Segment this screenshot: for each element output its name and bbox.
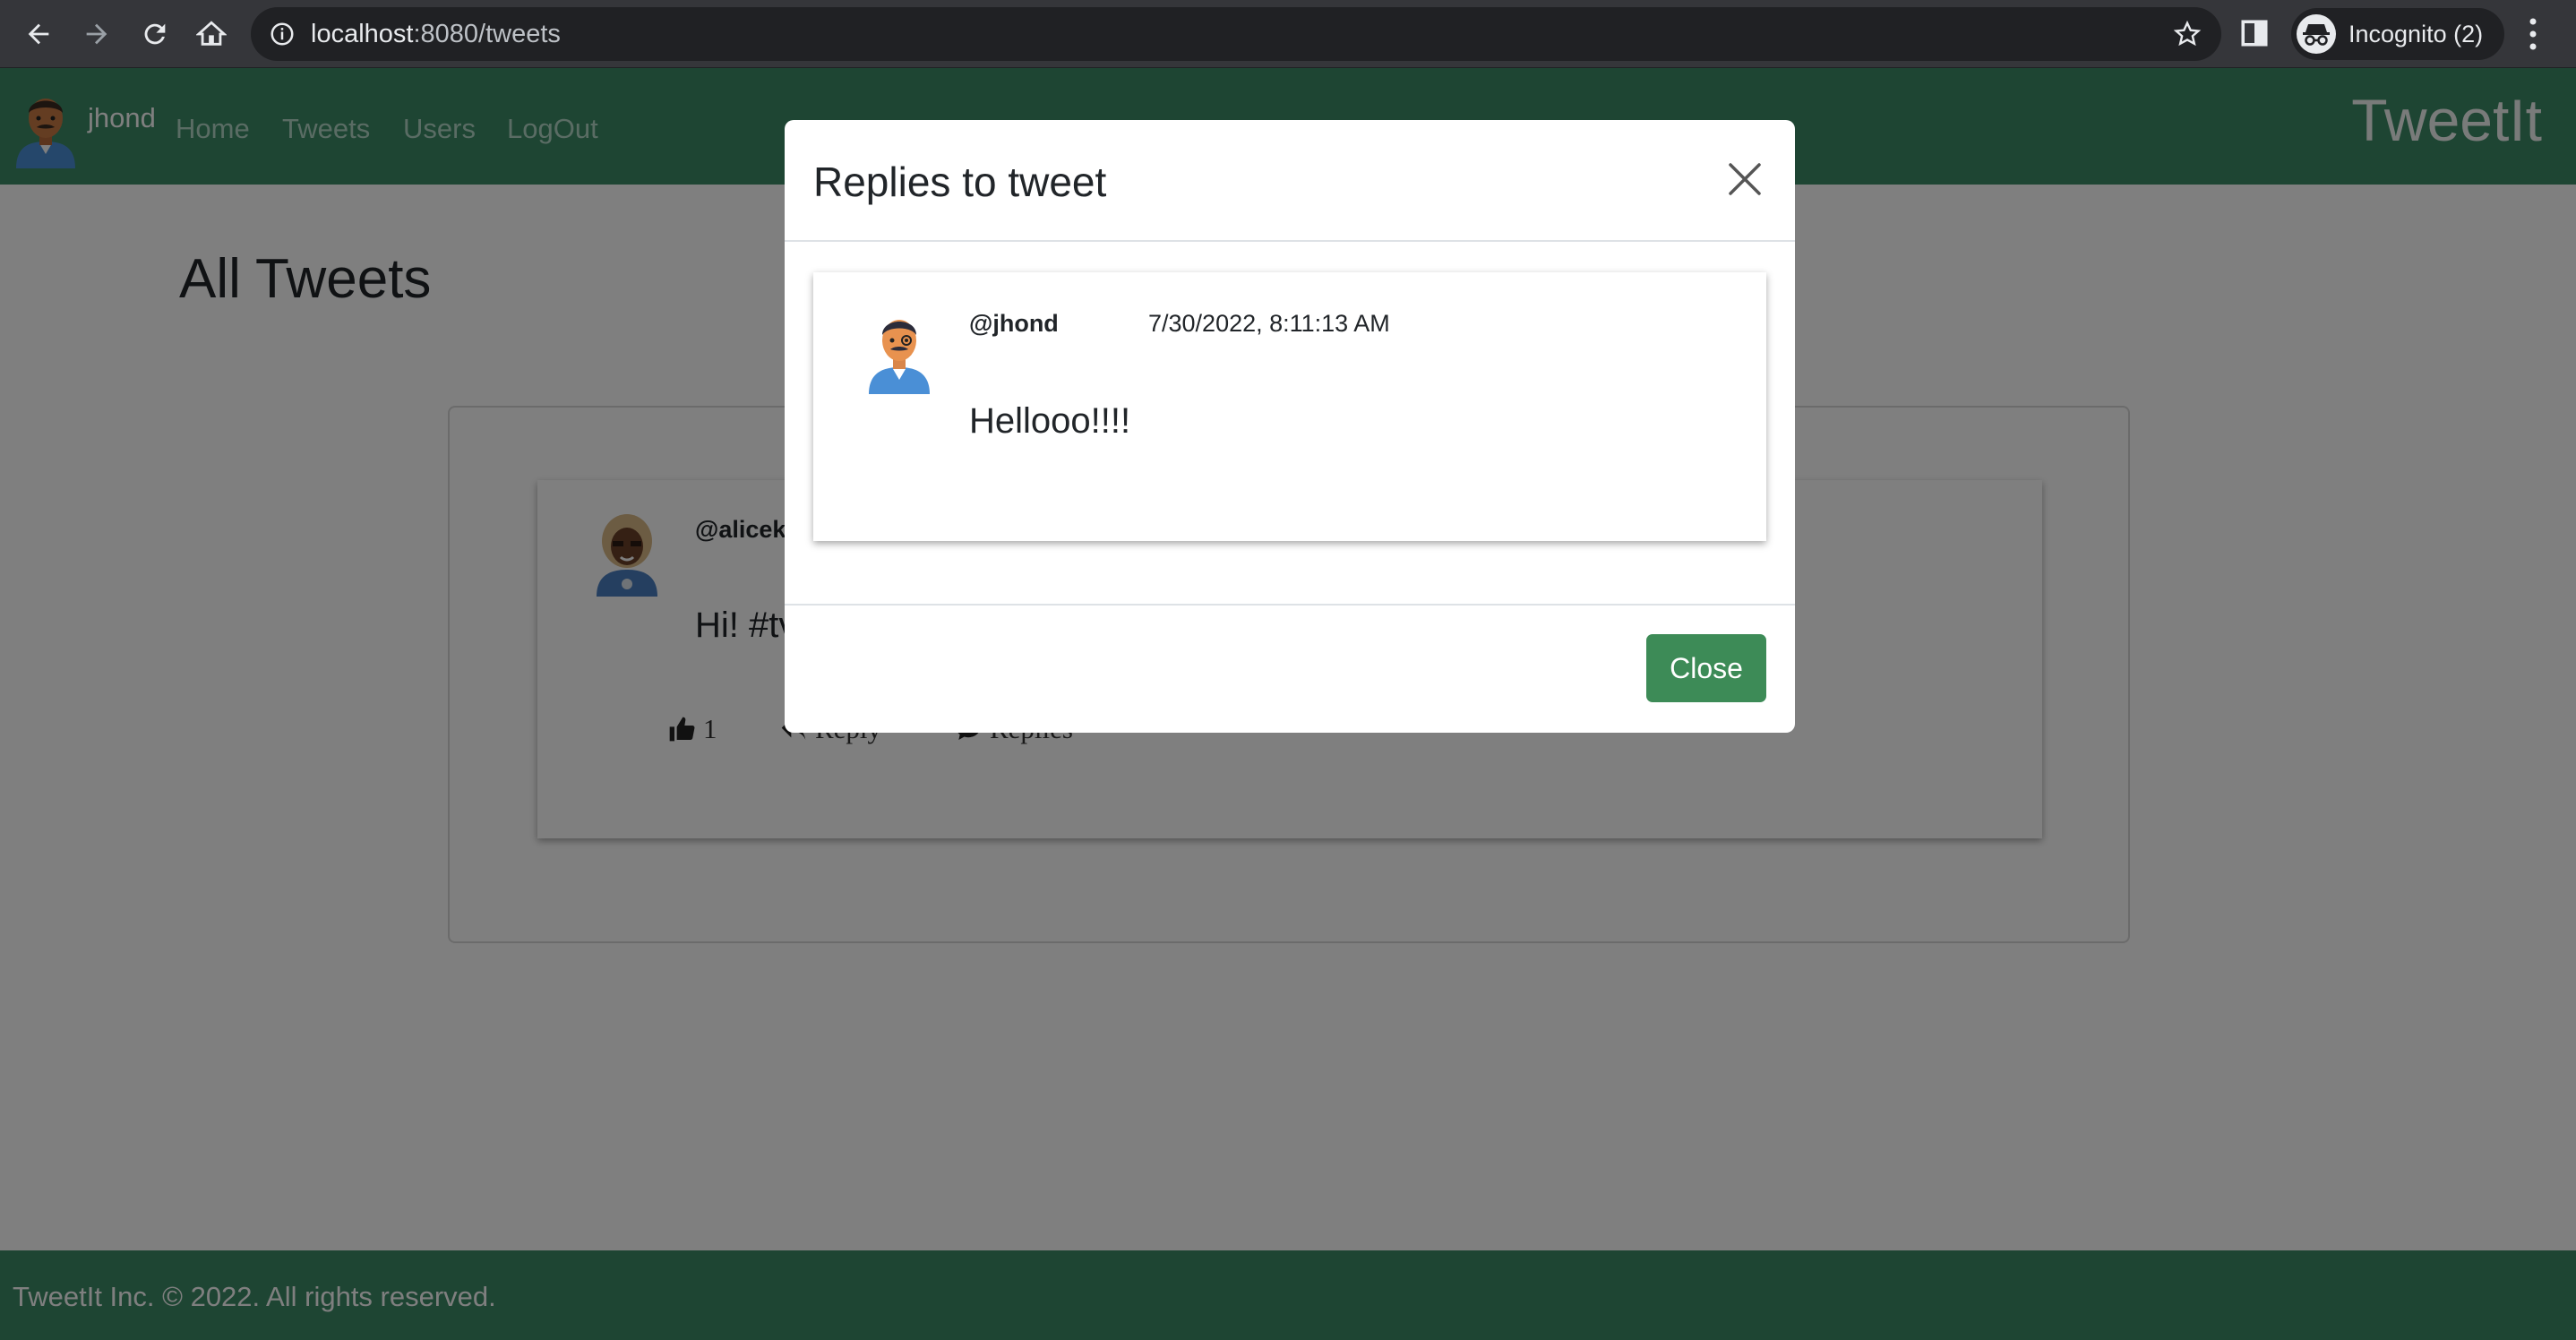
reload-icon[interactable] — [130, 9, 180, 59]
home-icon[interactable] — [186, 9, 236, 59]
reply-timestamp: 7/30/2022, 8:11:13 AM — [1148, 310, 1390, 337]
reply-author-avatar[interactable] — [865, 310, 933, 394]
url-path: :8080/tweets — [413, 20, 561, 48]
modal-close-x-button[interactable] — [1720, 154, 1770, 204]
star-icon[interactable] — [2173, 20, 2202, 48]
url-text[interactable]: localhost:8080/tweets — [311, 20, 561, 49]
reply-author-handle[interactable]: @jhond — [969, 310, 1059, 338]
side-panel-icon[interactable] — [2239, 18, 2270, 48]
address-bar[interactable]: localhost:8080/tweets — [251, 7, 2221, 61]
browser-toolbar: localhost:8080/tweets Incognito (2) — [0, 0, 2576, 68]
close-button[interactable]: Close — [1646, 634, 1766, 702]
modal-header: Replies to tweet — [785, 120, 1795, 242]
kebab-menu-icon[interactable] — [2528, 16, 2538, 52]
incognito-icon — [2297, 14, 2336, 54]
replies-modal: Replies to tweet @jhond 7/30/2022, 8:11:… — [785, 120, 1795, 733]
info-icon[interactable] — [269, 21, 296, 47]
incognito-label: Incognito (2) — [2348, 21, 2484, 47]
reply-text: Hellooo!!!! — [969, 401, 1131, 441]
url-host: localhost — [311, 20, 414, 48]
close-icon — [1729, 163, 1761, 195]
modal-footer: Close — [785, 604, 1795, 733]
reply-card: @jhond 7/30/2022, 8:11:13 AM Hellooo!!!! — [813, 272, 1766, 541]
forward-arrow-icon[interactable] — [72, 9, 122, 59]
back-arrow-icon[interactable] — [13, 9, 64, 59]
modal-title: Replies to tweet — [813, 159, 1107, 205]
incognito-profile-button[interactable]: Incognito (2) — [2291, 8, 2504, 60]
